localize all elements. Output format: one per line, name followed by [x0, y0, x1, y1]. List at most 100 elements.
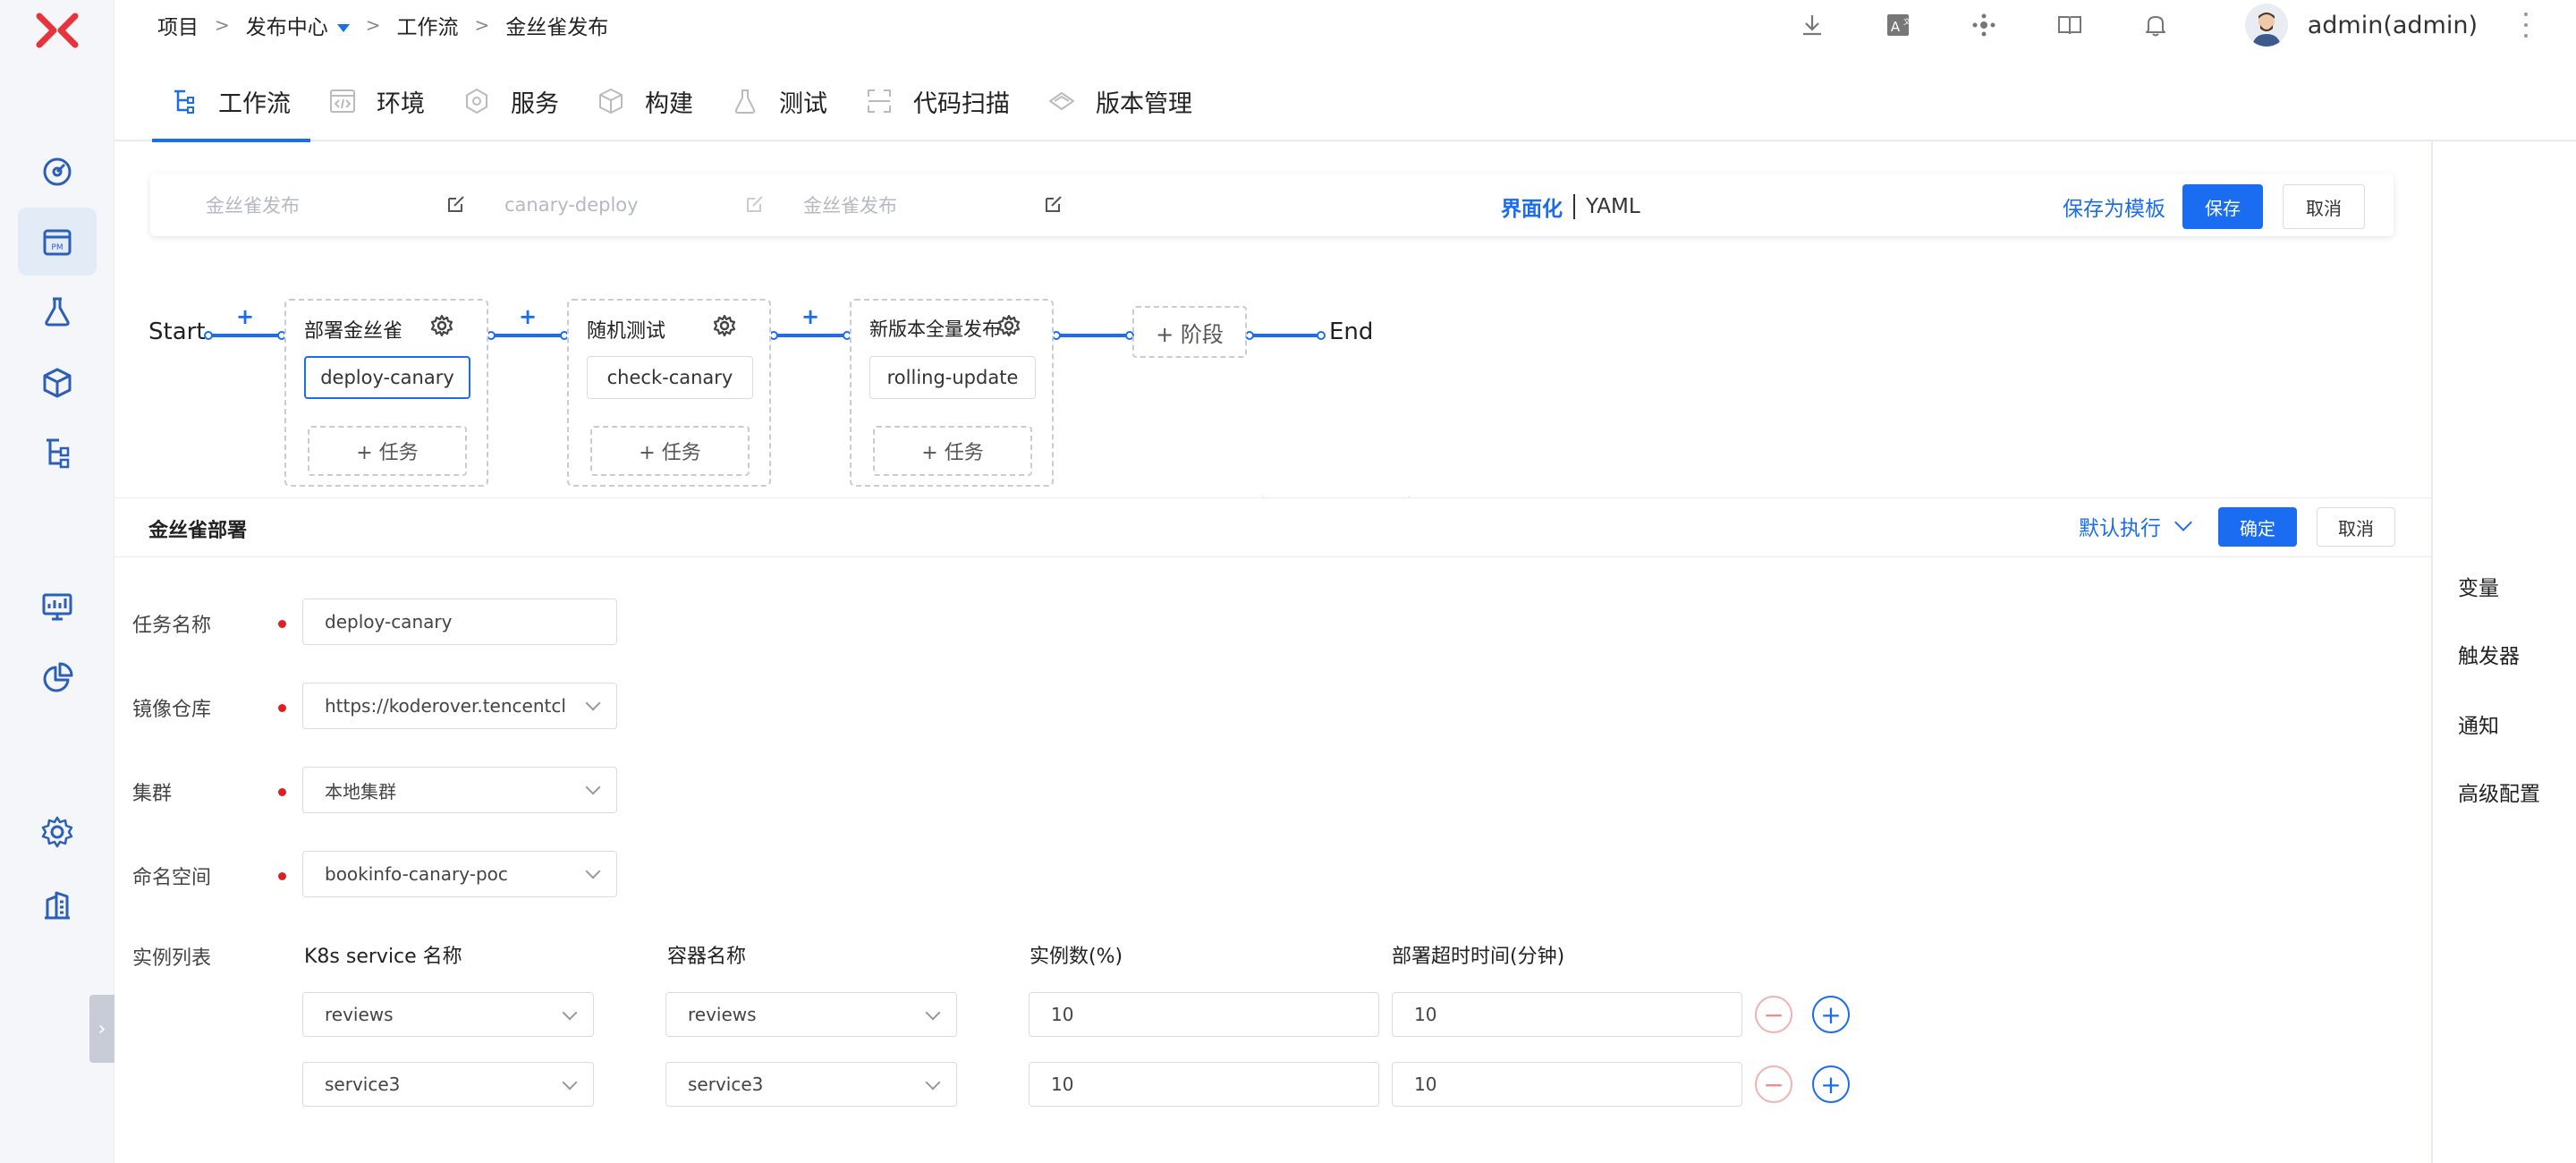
container-select[interactable]: reviews	[665, 992, 957, 1037]
percent-input[interactable]: 10	[1029, 1062, 1379, 1107]
workflow-header-bar: 金丝雀发布 canary-deploy 金丝雀发布 界面化 YAML 保存为模板…	[150, 174, 2394, 236]
test-icon	[734, 89, 756, 114]
dashboard-icon[interactable]	[18, 138, 97, 206]
breadcrumb-workflow[interactable]: 工作流	[397, 10, 459, 40]
column-header-timeout: 部署超时时间(分钟)	[1392, 946, 1565, 968]
gear-icon[interactable]	[429, 313, 454, 338]
docs-icon[interactable]	[2052, 7, 2088, 43]
tab-test[interactable]: 测试	[713, 62, 847, 140]
avatar[interactable]	[2244, 4, 2288, 47]
container-select[interactable]: service3	[665, 1062, 957, 1107]
breadcrumb-release-center[interactable]: 发布中心	[246, 10, 350, 40]
instance-list-label: 实例列表	[132, 947, 212, 970]
statistics-icon[interactable]	[18, 644, 97, 712]
percent-input[interactable]: 10	[1029, 992, 1379, 1037]
add-row-button[interactable]: +	[1812, 996, 1850, 1033]
pipeline-canvas: Start End + + + 部署金丝雀 deploy-canary + 任务…	[0, 259, 2433, 501]
workflow-key[interactable]: canary-deploy	[504, 174, 639, 236]
stage-card[interactable]: 新版本全量发布 rolling-update + 任务	[850, 299, 1054, 487]
panel-header: 金丝雀部署 默认执行 确定 取消	[114, 498, 2431, 557]
tab-workflow[interactable]: 工作流	[152, 62, 310, 142]
chevron-down-icon	[562, 1074, 578, 1091]
menu-item-triggers[interactable]: 触发器	[2458, 639, 2520, 669]
add-stage-button[interactable]: + 阶段	[1132, 306, 1247, 358]
plugin-icon[interactable]	[1966, 7, 2002, 43]
field-label: 集群	[132, 783, 173, 805]
mode-switch: 界面化 YAML	[1501, 191, 1640, 222]
more-vertical-icon[interactable]	[2522, 13, 2529, 38]
remove-row-button[interactable]: −	[1755, 996, 1792, 1033]
download-icon[interactable]	[1794, 7, 1830, 43]
connector-dot	[204, 331, 213, 340]
namespace-select[interactable]: bookinfo-canary-poc	[302, 851, 617, 897]
add-stage-plus[interactable]: +	[236, 304, 254, 329]
tab-code-scan[interactable]: 代码扫描	[847, 62, 1030, 140]
job-box[interactable]: deploy-canary	[304, 356, 470, 399]
exec-mode-label: 默认执行	[2079, 517, 2161, 540]
breadcrumb-separator: >	[474, 14, 490, 36]
mode-yaml-option[interactable]: YAML	[1586, 195, 1640, 218]
tab-label: 构建	[645, 89, 693, 118]
required-dot	[278, 788, 286, 796]
save-as-template-link[interactable]: 保存为模板	[2063, 191, 2165, 222]
registry-select[interactable]: https://koderover.tencentcloudcr.com	[302, 683, 617, 729]
workflow-description[interactable]: 金丝雀发布	[803, 174, 897, 236]
add-stage-plus[interactable]: +	[801, 304, 819, 329]
save-button[interactable]: 保存	[2182, 184, 2263, 229]
confirm-button[interactable]: 确定	[2218, 507, 2297, 547]
enterprise-icon[interactable]	[18, 871, 97, 939]
registry-value: https://koderover.tencentcloudcr.com	[325, 695, 566, 717]
menu-item-advanced[interactable]: 高级配置	[2458, 777, 2540, 807]
workflow-icon	[174, 89, 194, 114]
timeout-input[interactable]: 10	[1392, 1062, 1742, 1107]
stage-card[interactable]: 部署金丝雀 deploy-canary + 任务	[284, 299, 488, 487]
settings-icon[interactable]	[18, 798, 97, 866]
add-task-button[interactable]: + 任务	[590, 426, 750, 476]
tab-service[interactable]: 服务	[445, 62, 579, 140]
exec-mode-dropdown[interactable]: 默认执行	[2079, 511, 2192, 541]
column-header-service: K8s service 名称	[304, 946, 462, 968]
menu-item-variables[interactable]: 变量	[2458, 571, 2499, 601]
tab-version[interactable]: 版本管理	[1030, 62, 1212, 140]
notification-bell-icon[interactable]	[2138, 7, 2174, 43]
monitor-icon[interactable]	[18, 573, 97, 641]
remove-row-button[interactable]: −	[1755, 1065, 1792, 1103]
edit-icon[interactable]	[1043, 193, 1064, 215]
zadig-logo[interactable]	[34, 13, 80, 48]
timeout-input[interactable]: 10	[1392, 992, 1742, 1037]
tab-label: 环境	[377, 89, 425, 118]
user-name[interactable]: admin(admin)	[2308, 12, 2478, 39]
tab-environment[interactable]: 环境	[310, 62, 445, 140]
stage-card[interactable]: 随机测试 check-canary + 任务	[567, 299, 771, 487]
task-name-input[interactable]: deploy-canary	[302, 598, 617, 645]
workflow-display-name[interactable]: 金丝雀发布	[206, 174, 300, 236]
edit-icon[interactable]	[445, 193, 467, 215]
menu-item-notifications[interactable]: 通知	[2458, 709, 2499, 739]
cancel-button[interactable]: 取消	[2283, 184, 2365, 229]
sidebar-expand-handle[interactable]: ›	[89, 995, 114, 1063]
pipeline-start: Start	[148, 318, 206, 345]
service-select[interactable]: reviews	[302, 992, 594, 1037]
translate-icon[interactable]: A文	[1880, 7, 1916, 43]
form-row-registry: 镜像仓库 https://koderover.tencentcloudcr.co…	[114, 683, 651, 731]
panel-cancel-button[interactable]: 取消	[2317, 507, 2395, 547]
add-task-button[interactable]: + 任务	[308, 426, 467, 476]
job-box[interactable]: check-canary	[587, 356, 753, 399]
gear-icon[interactable]	[712, 313, 737, 338]
container-value: service3	[688, 1074, 764, 1095]
edit-icon[interactable]	[744, 193, 766, 215]
form-row-task-name: 任务名称 deploy-canary	[114, 598, 651, 647]
job-box[interactable]: rolling-update	[869, 356, 1036, 399]
add-row-button[interactable]: +	[1812, 1065, 1850, 1103]
gear-icon[interactable]	[996, 313, 1021, 338]
add-task-button[interactable]: + 任务	[873, 426, 1032, 476]
service-select[interactable]: service3	[302, 1062, 594, 1107]
tab-build[interactable]: 构建	[579, 62, 713, 140]
add-stage-plus[interactable]: +	[519, 304, 537, 329]
chevron-down-icon	[925, 1005, 941, 1021]
mode-ui-option[interactable]: 界面化	[1501, 191, 1563, 222]
breadcrumb-project[interactable]: 项目	[157, 10, 199, 40]
left-sidebar: PM ›	[0, 0, 114, 1163]
field-label: 镜像仓库	[132, 699, 212, 721]
cluster-select[interactable]: 本地集群	[302, 767, 617, 813]
